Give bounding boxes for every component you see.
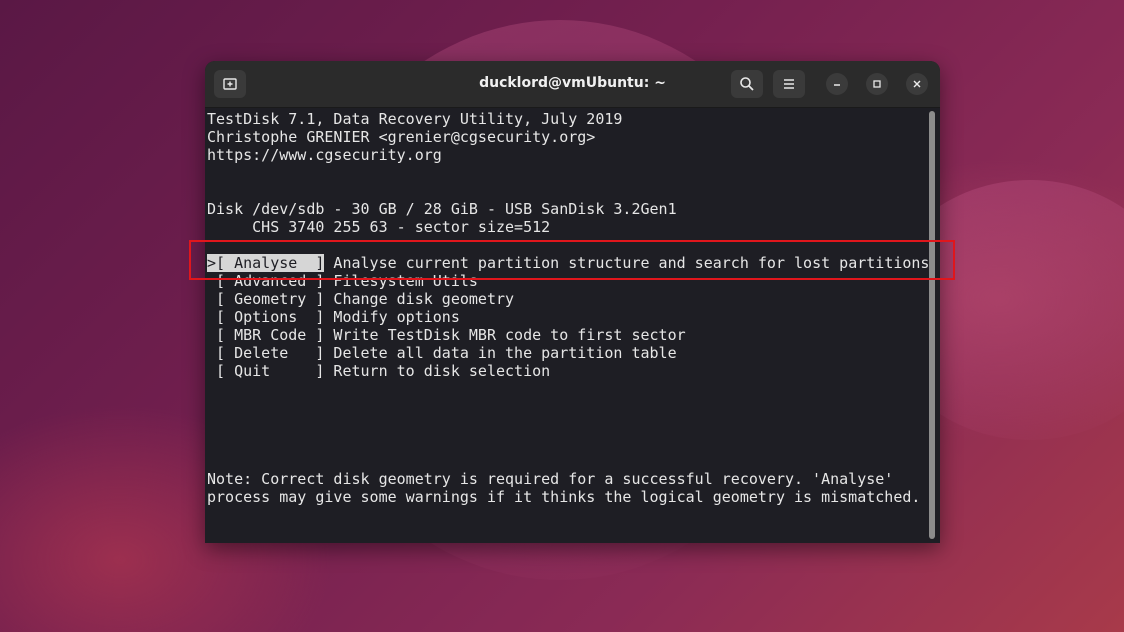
maximize-icon	[873, 80, 881, 88]
close-button[interactable]	[906, 73, 928, 95]
menu-item-options[interactable]: [ Options ] Modify options	[207, 308, 460, 326]
menu-button[interactable]	[773, 70, 805, 98]
menu-desc: Write TestDisk MBR code to first sector	[324, 326, 686, 344]
terminal-window: ducklord@vmUbuntu: ~ TestDisk 7.1, Data …	[205, 61, 940, 543]
title-bar[interactable]: ducklord@vmUbuntu: ~	[205, 61, 940, 108]
menu-desc: Return to disk selection	[324, 362, 551, 380]
header-line: TestDisk 7.1, Data Recovery Utility, Jul…	[207, 110, 623, 128]
menu-item-mbr-code[interactable]: [ MBR Code ] Write TestDisk MBR code to …	[207, 326, 686, 344]
menu-label[interactable]: [ MBR Code ]	[207, 326, 324, 344]
menu-desc: Change disk geometry	[324, 290, 515, 308]
menu-desc: Delete all data in the partition table	[324, 344, 677, 362]
note-line: Note: Correct disk geometry is required …	[207, 470, 894, 488]
header-line: Christophe GRENIER <grenier@cgsecurity.o…	[207, 128, 596, 146]
minimize-button[interactable]	[826, 73, 848, 95]
menu-label[interactable]: [ Geometry ]	[207, 290, 324, 308]
maximize-button[interactable]	[866, 73, 888, 95]
hamburger-menu-icon	[784, 79, 794, 89]
minimize-icon	[834, 84, 840, 86]
menu-item-quit[interactable]: [ Quit ] Return to disk selection	[207, 362, 550, 380]
menu-label[interactable]: [ Quit ]	[207, 362, 324, 380]
search-button[interactable]	[731, 70, 763, 98]
disk-info-line: Disk /dev/sdb - 30 GB / 28 GiB - USB San…	[207, 200, 677, 218]
close-icon	[913, 80, 921, 88]
menu-label[interactable]: [ Delete ]	[207, 344, 324, 362]
menu-item-delete[interactable]: [ Delete ] Delete all data in the partit…	[207, 344, 677, 362]
menu-label[interactable]: [ Options ]	[207, 308, 324, 326]
annotation-highlight-box	[189, 240, 955, 280]
chs-info-line: CHS 3740 255 63 - sector size=512	[207, 218, 551, 236]
scrollbar[interactable]	[929, 111, 935, 539]
menu-desc: Modify options	[324, 308, 460, 326]
header-line: https://www.cgsecurity.org	[207, 146, 442, 164]
menu-item-geometry[interactable]: [ Geometry ] Change disk geometry	[207, 290, 514, 308]
search-icon	[740, 77, 754, 91]
note-line: process may give some warnings if it thi…	[207, 488, 921, 506]
terminal-output[interactable]: TestDisk 7.1, Data Recovery Utility, Jul…	[207, 108, 929, 540]
